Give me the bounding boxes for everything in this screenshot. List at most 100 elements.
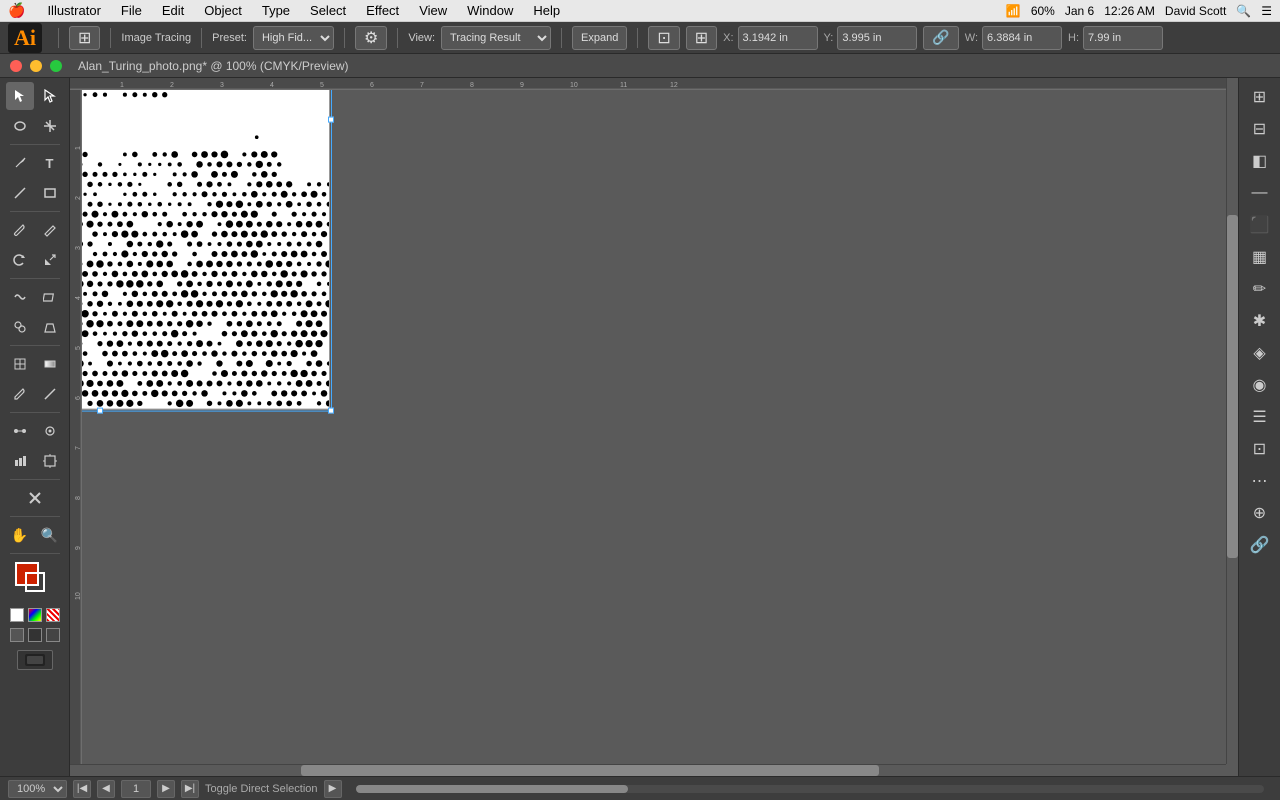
horizontal-scrollbar-thumb[interactable]	[301, 765, 879, 776]
first-page-btn[interactable]: |◀	[73, 780, 91, 798]
menu-view[interactable]: View	[409, 0, 457, 22]
right-panel-btn-1[interactable]: ⊞	[1245, 82, 1275, 112]
svg-text:3: 3	[220, 82, 224, 89]
measure-tool[interactable]	[36, 380, 64, 408]
menu-list-icon[interactable]: ☰	[1261, 4, 1272, 18]
scale-tool[interactable]	[36, 246, 64, 274]
hand-tool[interactable]: ✋	[6, 521, 34, 549]
menu-file[interactable]: File	[111, 0, 152, 22]
right-panel-btn-10[interactable]: ◉	[1245, 370, 1275, 400]
menu-type[interactable]: Type	[252, 0, 300, 22]
preset-select[interactable]: High Fid...	[253, 26, 334, 50]
vertical-scrollbar[interactable]	[1226, 78, 1238, 764]
paintbrush-tool[interactable]	[6, 216, 34, 244]
svg-text:2: 2	[75, 196, 82, 200]
isolation-mode-btn[interactable]	[46, 628, 60, 642]
menu-window[interactable]: Window	[457, 0, 523, 22]
horizontal-scrollbar[interactable]	[70, 764, 1226, 776]
layout-view-button[interactable]: ⊞	[69, 26, 100, 50]
behind-mode-btn[interactable]	[28, 628, 42, 642]
gradient-swatch[interactable]	[28, 608, 42, 622]
right-panel-btn-11[interactable]: ☰	[1245, 402, 1275, 432]
svg-text:7: 7	[75, 446, 82, 450]
next-page-btn[interactable]: ▶	[157, 780, 175, 798]
last-page-btn[interactable]: ▶|	[181, 780, 199, 798]
lasso-tool[interactable]	[6, 112, 34, 140]
date-display: Jan 6	[1065, 4, 1094, 18]
none-swatch[interactable]	[46, 608, 60, 622]
right-panel-btn-2[interactable]: ⊟	[1245, 114, 1275, 144]
right-panel-btn-15[interactable]: 🔗	[1245, 530, 1275, 560]
page-number-input[interactable]	[121, 780, 151, 798]
zoom-tool[interactable]: 🔍	[36, 521, 64, 549]
view-select[interactable]: Tracing Result	[441, 26, 551, 50]
pencil-tool[interactable]	[36, 216, 64, 244]
right-tools-panel: ⊞ ⊟ ◧ — ⬛ ▦ ✏ ✱ ◈ ◉ ☰ ⊡ ⋯ ⊕ 🔗	[1238, 78, 1280, 776]
magic-wand-tool[interactable]	[36, 112, 64, 140]
transform-icon-button[interactable]: ⊡	[648, 26, 679, 50]
right-panel-btn-14[interactable]: ⊕	[1245, 498, 1275, 528]
x-input[interactable]: 3.1942 in	[738, 26, 818, 50]
y-input[interactable]: 3.995 in	[837, 26, 917, 50]
rotate-tool[interactable]	[6, 246, 34, 274]
w-input[interactable]	[982, 26, 1062, 50]
perspective-tool[interactable]	[36, 313, 64, 341]
menu-object[interactable]: Object	[194, 0, 252, 22]
rect-tool[interactable]	[36, 179, 64, 207]
fill-white-btn[interactable]	[10, 608, 24, 622]
eyedropper-tool[interactable]	[6, 380, 34, 408]
right-panel-btn-4[interactable]: —	[1245, 178, 1275, 208]
tracing-options-button[interactable]: ⚙	[355, 26, 387, 50]
direct-selection-tool[interactable]	[36, 82, 64, 110]
menu-edit[interactable]: Edit	[152, 0, 194, 22]
menu-select[interactable]: Select	[300, 0, 356, 22]
right-panel-btn-12[interactable]: ⊡	[1245, 434, 1275, 464]
h-input[interactable]	[1083, 26, 1163, 50]
grid-icon-button[interactable]: ⊞	[686, 26, 717, 50]
selection-tool[interactable]	[6, 82, 34, 110]
type-tool[interactable]: T	[36, 149, 64, 177]
right-panel-btn-8[interactable]: ✱	[1245, 306, 1275, 336]
toggle-direct-selection-btn[interactable]: ▶	[324, 780, 342, 798]
prev-page-btn[interactable]: ◀	[97, 780, 115, 798]
right-panel-btn-13[interactable]: ⋯	[1245, 466, 1275, 496]
warp-tool[interactable]	[6, 283, 34, 311]
svg-text:8: 8	[470, 82, 474, 89]
canvas-container	[70, 78, 330, 410]
column-graph-tool[interactable]	[6, 447, 34, 475]
close-button[interactable]	[10, 60, 22, 72]
expand-button[interactable]: Expand	[572, 26, 627, 50]
free-transform-tool[interactable]	[36, 283, 64, 311]
bottom-progress-bar[interactable]	[356, 785, 1264, 793]
shape-builder-tool[interactable]	[6, 313, 34, 341]
mesh-tool[interactable]	[6, 350, 34, 378]
lasso-tools-row	[6, 112, 64, 140]
search-icon[interactable]: 🔍	[1236, 4, 1251, 18]
gradient-tool[interactable]	[36, 350, 64, 378]
artboard-tool[interactable]	[36, 447, 64, 475]
main-layout: T	[0, 78, 1280, 776]
pen-tool[interactable]	[6, 149, 34, 177]
desktop-color-button[interactable]	[17, 650, 53, 670]
battery-indicator: 60%	[1031, 4, 1055, 18]
menu-help[interactable]: Help	[523, 0, 570, 22]
right-panel-btn-7[interactable]: ✏	[1245, 274, 1275, 304]
right-panel-btn-5[interactable]: ⬛	[1245, 210, 1275, 240]
normal-mode-btn[interactable]	[10, 628, 24, 642]
vertical-scrollbar-thumb[interactable]	[1227, 215, 1238, 558]
menu-effect[interactable]: Effect	[356, 0, 409, 22]
right-panel-btn-3[interactable]: ◧	[1245, 146, 1275, 176]
blend-tool[interactable]	[6, 417, 34, 445]
menu-illustrator[interactable]: Illustrator	[37, 0, 110, 22]
stroke-color-swatch[interactable]	[25, 572, 45, 592]
right-panel-btn-6[interactable]: ▦	[1245, 242, 1275, 272]
zoom-select[interactable]: 100%	[8, 780, 67, 798]
line-tool[interactable]	[6, 179, 34, 207]
minimize-button[interactable]	[30, 60, 42, 72]
right-panel-btn-9[interactable]: ◈	[1245, 338, 1275, 368]
constrain-button[interactable]: 🔗	[923, 26, 958, 50]
slice-tool[interactable]	[21, 484, 49, 512]
maximize-button[interactable]	[50, 60, 62, 72]
symbol-sprayer-tool[interactable]	[36, 417, 64, 445]
apple-menu[interactable]: 🍎	[8, 2, 25, 19]
